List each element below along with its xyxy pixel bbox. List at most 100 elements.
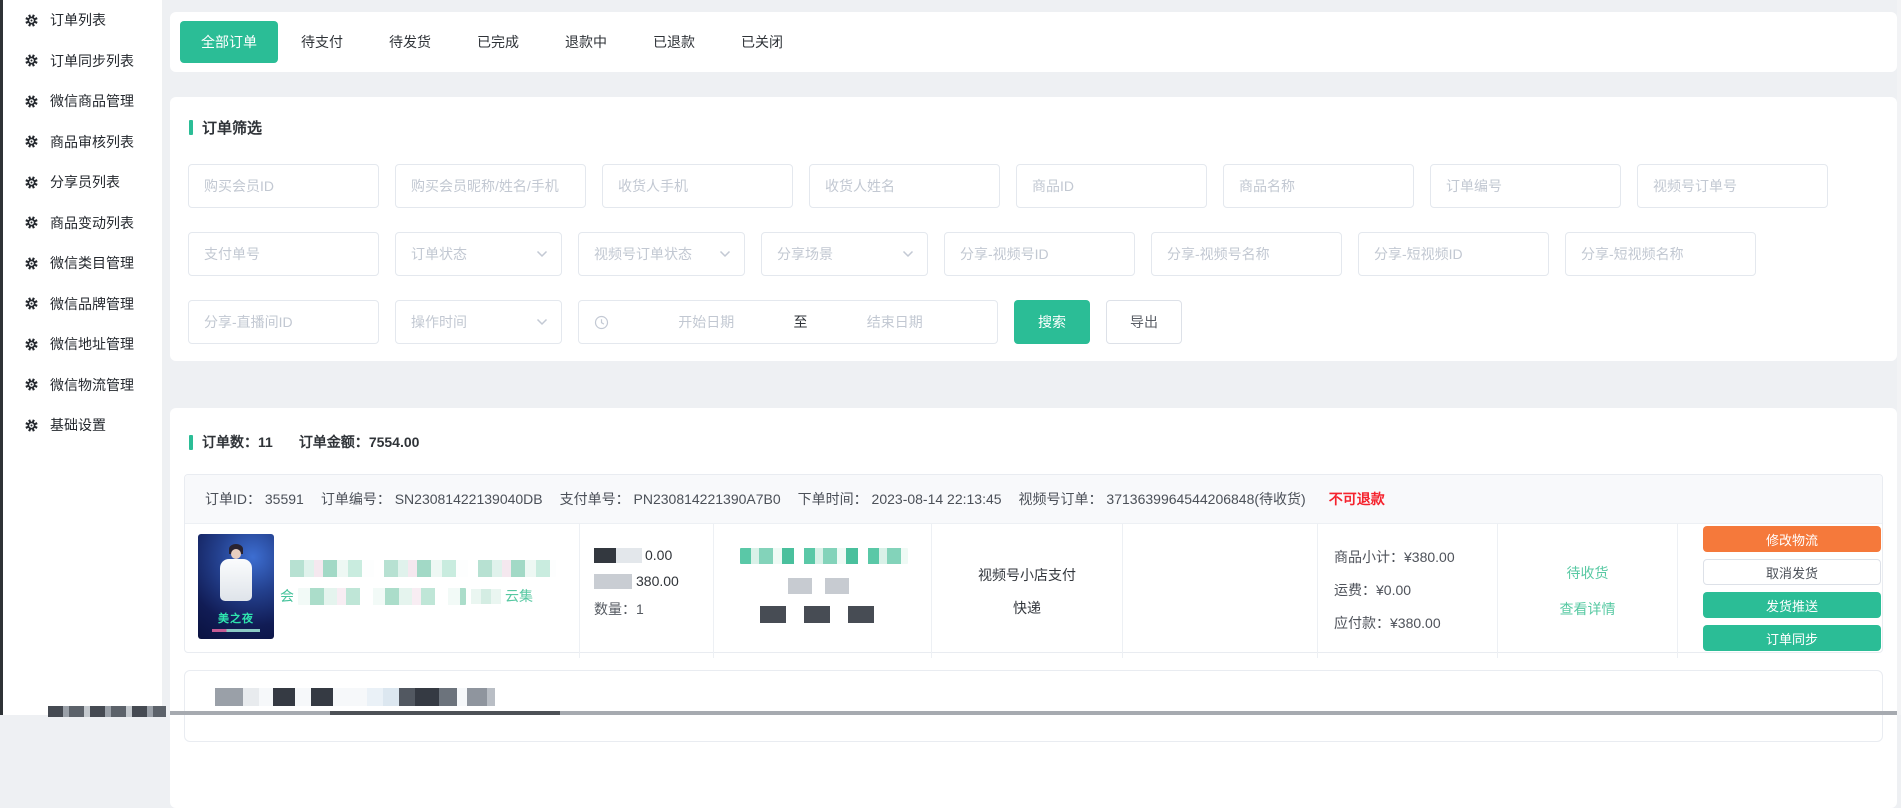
filter-select[interactable]: 视频号订单状态 [578,232,745,276]
order-header-field: 下单时间： 2023-08-14 22:13:45 [798,489,1002,509]
filter-input[interactable] [188,232,379,276]
filter-input[interactable] [188,300,379,344]
filter-input[interactable] [602,164,793,208]
censor-mosaic [471,589,501,604]
clock-icon [594,315,609,330]
filter-card: 订单筛选 订单状态视频号订单状态分享场景操作时间开始日期至结束日期搜索导出 [170,97,1897,361]
empty-cell [1122,524,1317,658]
sidebar-item[interactable]: 商品审核列表 [3,122,162,163]
gear-icon [24,418,39,433]
export-button[interactable]: 导出 [1106,300,1182,344]
chevron-down-icon [902,250,914,258]
sidebar-menu: 订单列表订单同步列表微信商品管理商品审核列表分享员列表商品变动列表微信类目管理微… [3,0,162,446]
order-amount-label: 订单金额： [299,432,369,452]
filter-input[interactable] [1358,232,1549,276]
horizontal-scrollbar-track[interactable] [170,711,1901,715]
order-sync-button[interactable]: 订单同步 [1703,625,1881,651]
right-scrollbar-strip [1897,0,1901,715]
order-summary: 订单数： 11 订单金额： 7554.00 [170,408,1897,452]
product-image[interactable]: 美之夜 [198,534,274,639]
horizontal-scrollbar-thumb[interactable] [330,711,560,715]
start-date-placeholder: 开始日期 [619,312,794,332]
gear-icon [24,13,39,28]
sidebar-item-label: 微信类目管理 [50,253,134,273]
payment-method: 视频号小店支付 [978,565,1076,585]
money-row: 商品小计：¥380.00 [1334,547,1497,567]
order-status-text: 待收货 [1567,563,1609,583]
paid-price-line: 380.00 [594,573,713,589]
ship-push-button[interactable]: 发货推送 [1703,592,1881,618]
sidebar-item[interactable]: 微信地址管理 [3,324,162,365]
gear-icon [24,215,39,230]
filter-input[interactable] [188,164,379,208]
filter-input[interactable] [1430,164,1621,208]
money-cell: 商品小计：¥380.00运费：¥0.00应付款：¥380.00 [1317,524,1497,658]
filter-select[interactable]: 操作时间 [395,300,562,344]
end-date-placeholder: 结束日期 [808,312,983,332]
poster-title: 美之夜 [198,610,274,626]
gear-icon [24,134,39,149]
tab-item[interactable]: 已退款 [653,32,695,52]
date-range-input[interactable]: 开始日期至结束日期 [578,300,998,344]
filter-input[interactable] [1016,164,1207,208]
filter-input[interactable] [944,232,1135,276]
censor-mosaic [298,588,466,605]
sidebar-item[interactable]: 微信商品管理 [3,81,162,122]
paid-price-visible: 380.00 [636,573,679,589]
tab-item[interactable]: 已关闭 [741,32,783,52]
modify-logistics-button[interactable]: 修改物流 [1703,526,1881,552]
sidebar-item[interactable]: 分享员列表 [3,162,162,203]
sidebar-item[interactable]: 微信品牌管理 [3,284,162,325]
tab-item[interactable]: 待发货 [389,32,431,52]
sidebar-item-label: 微信物流管理 [50,375,134,395]
gear-icon [24,94,39,109]
quantity-line: 数量：1 [594,599,713,619]
select-placeholder: 分享场景 [777,244,833,264]
gear-icon [24,53,39,68]
order-header-field: 支付单号： PN230814221390A7B0 [560,489,781,509]
order-list-card: 订单数： 11 订单金额： 7554.00 订单ID： 35591订单编号： S… [170,408,1897,808]
sidebar-item[interactable]: 基础设置 [3,405,162,446]
filter-input[interactable] [1151,232,1342,276]
tab-item[interactable]: 待支付 [301,32,343,52]
money-row: 运费：¥0.00 [1334,580,1497,600]
sidebar-item[interactable]: 订单同步列表 [3,41,162,82]
sidebar-item-label: 分享员列表 [50,172,120,192]
unit-price-line: 0.00 [594,547,713,563]
filter-row: 订单状态 视频号订单状态 分享场景 [188,232,1897,276]
sidebar-item[interactable]: 商品变动列表 [3,203,162,244]
sidebar-item[interactable]: 微信类目管理 [3,243,162,284]
filter-title: 订单筛选 [202,117,262,138]
product-cell: 美之夜 会 云集 [185,524,579,658]
sidebar-item[interactable]: 微信物流管理 [3,365,162,406]
next-order-card-cutoff [184,670,1883,742]
filter-input[interactable] [809,164,1000,208]
filter-select[interactable]: 分享场景 [761,232,928,276]
tab-item[interactable]: 已完成 [477,32,519,52]
order-header: 订单ID： 35591订单编号： SN23081422139040DB支付单号：… [185,475,1882,524]
filter-input[interactable] [1565,232,1756,276]
search-button[interactable]: 搜索 [1014,300,1090,344]
date-separator: 至 [794,312,808,332]
sidebar-item[interactable]: 订单列表 [3,0,162,41]
refund-flag: 不可退款 [1329,489,1385,509]
filter-input[interactable] [395,164,586,208]
tab-active[interactable]: 全部订单 [180,21,278,63]
order-count-label: 订单数： [202,432,258,452]
tab-item[interactable]: 退款中 [565,32,607,52]
sidebar-item-label: 微信品牌管理 [50,294,134,314]
view-detail-link[interactable]: 查看详情 [1560,599,1616,619]
filter-row [188,164,1897,208]
order-header-field: 订单ID： 35591 [205,489,304,509]
product-name-fragment: 会 [280,586,294,606]
censored-text-stub [48,706,166,717]
filter-select[interactable]: 订单状态 [395,232,562,276]
filter-input[interactable] [1637,164,1828,208]
status-cell: 待收货 查看详情 [1497,524,1677,658]
cancel-shipment-button[interactable]: 取消发货 [1703,559,1881,585]
chevron-down-icon [719,250,731,258]
payment-cell: 视频号小店支付 快递 [931,524,1122,658]
price-cell: 0.00 380.00 数量：1 [579,524,713,658]
filter-input[interactable] [1223,164,1414,208]
select-placeholder: 视频号订单状态 [594,244,692,264]
